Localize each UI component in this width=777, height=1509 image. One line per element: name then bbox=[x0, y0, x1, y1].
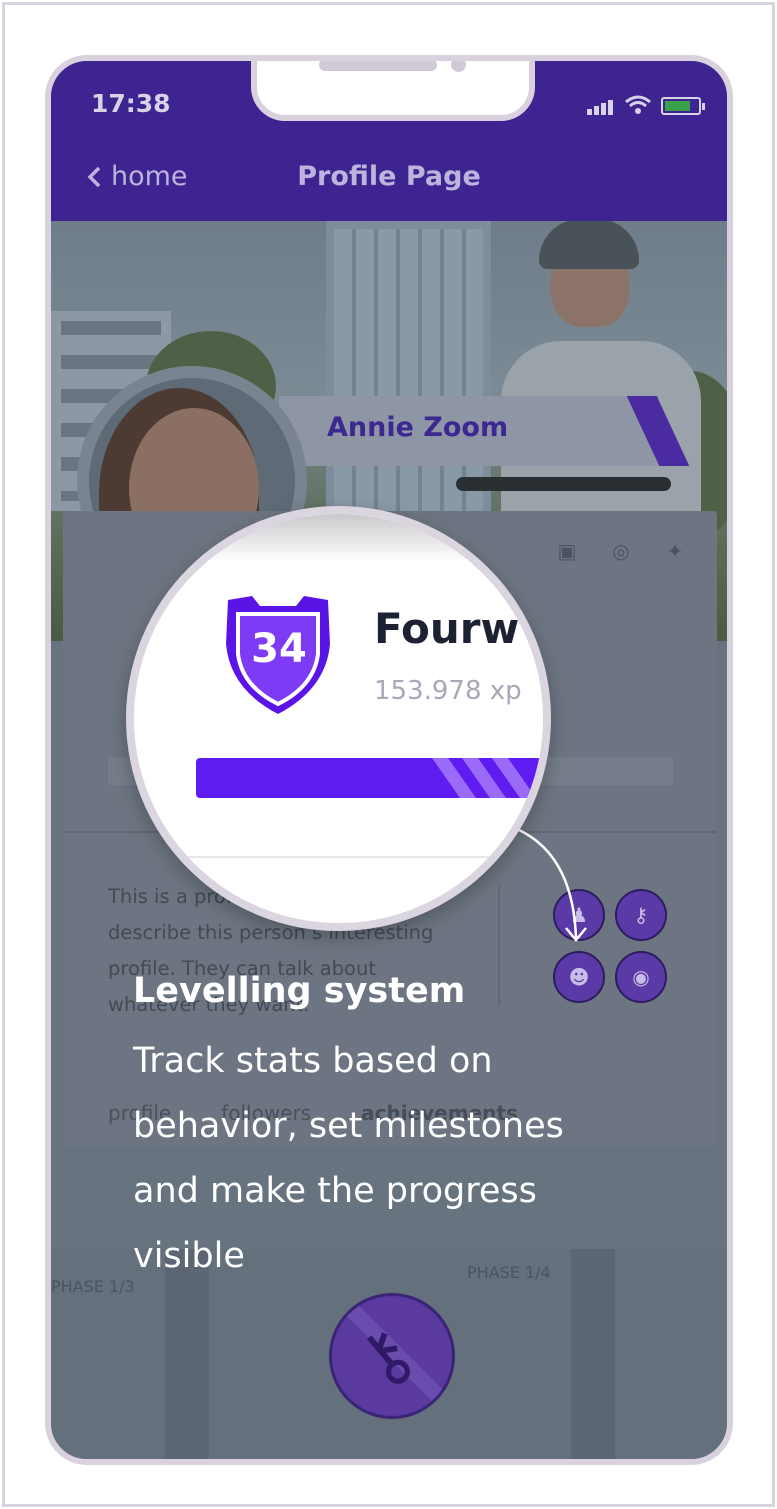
status-time: 17:38 bbox=[91, 89, 171, 118]
overlay-title: Levelling system bbox=[133, 971, 466, 1011]
group-badge-icon[interactable]: ☻ bbox=[553, 951, 605, 1003]
key-badge-icon[interactable]: ⚷ bbox=[615, 889, 667, 941]
xp-progress-bar bbox=[196, 758, 543, 798]
coins-badge-icon[interactable]: ◉ bbox=[615, 951, 667, 1003]
signal-icon bbox=[587, 96, 615, 115]
phase-label-left: PHASE 1/3 bbox=[51, 1277, 135, 1296]
magnified-name: Fourw bbox=[374, 604, 520, 653]
xp-value: 153.978 xp bbox=[374, 676, 522, 706]
twitch-icon[interactable]: ▣ bbox=[555, 539, 579, 563]
name-banner: Annie Zoom bbox=[279, 396, 659, 466]
instagram-icon[interactable]: ◎ bbox=[609, 539, 633, 563]
wifi-icon bbox=[625, 95, 651, 114]
key-achievement-icon[interactable]: ⚷ bbox=[329, 1293, 455, 1419]
twitter-icon[interactable]: ✦ bbox=[663, 539, 687, 563]
phone-mockup: 17:38 home Profile Page Annie Zoom ▣ ◎ ✦… bbox=[45, 55, 733, 1465]
vertical-divider bbox=[498, 886, 500, 1006]
phone-notch bbox=[251, 61, 535, 121]
battery-icon bbox=[661, 97, 705, 115]
overlay-description: Track stats based on behavior, set miles… bbox=[133, 1041, 564, 1276]
profile-name: Annie Zoom bbox=[327, 412, 509, 443]
social-links: ▣ ◎ ✦ bbox=[555, 539, 687, 563]
page-title: Profile Page bbox=[297, 161, 481, 192]
status-icons bbox=[587, 95, 705, 115]
curved-arrow-icon bbox=[518, 828, 587, 942]
magnifier-lens: 34 Fourw 153.978 xp bbox=[126, 506, 551, 931]
level-number: 34 bbox=[251, 626, 307, 672]
